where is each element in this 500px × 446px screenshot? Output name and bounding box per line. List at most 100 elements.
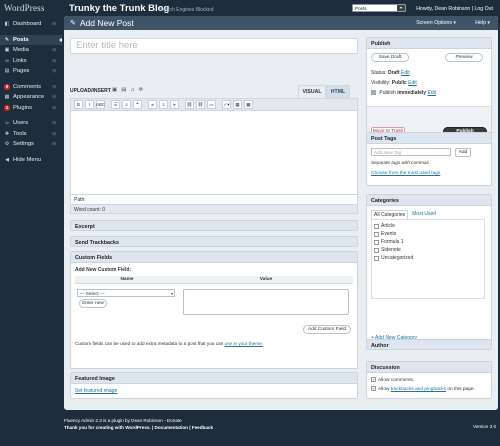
category-checkbox[interactable] [374,239,379,245]
allow-pingbacks-checkbox[interactable]: ✓ [371,386,376,391]
trackbacks-box[interactable]: Send Trackbacks [70,236,358,247]
footer-thanks: Thank you for creating with WordPress. |… [64,425,214,430]
sidebar-item-comments[interactable]: 0 Comments ⊞ [0,82,62,93]
category-item[interactable]: Events [374,230,482,238]
publish-date-value: immediately [397,90,427,96]
expand-icon[interactable]: ⊞ [52,141,56,147]
expand-icon[interactable]: ⊞ [52,120,56,126]
calendar-icon [371,90,376,96]
sidebar-item-links[interactable]: ∞ Links ⊞ [0,56,62,67]
custom-field-key-select[interactable]: — Select — ▾ [77,289,175,297]
tools-icon: ✚ [4,130,10,137]
excerpt-box[interactable]: Excerpt [70,220,358,231]
sidebar-item-tools[interactable]: ✚ Tools ⊞ [0,129,62,140]
add-image-icon[interactable]: ▣ [112,87,117,93]
tab-visual[interactable]: VISUAL [298,85,326,98]
expand-icon[interactable]: ⊞ [52,21,56,27]
expand-icon[interactable]: ⊞ [52,105,56,111]
expand-icon[interactable]: ⊞ [52,84,56,90]
post-tags-title[interactable]: Post Tags [367,133,491,144]
user-greeting[interactable]: Howdy, Dean Robinson | Log Out [416,6,493,12]
category-checkbox[interactable] [374,247,379,253]
category-checkbox[interactable] [374,231,379,237]
status-label: Status: [371,70,387,76]
toolbar-button[interactable]: ≡ [159,100,168,109]
hide-menu-button[interactable]: ◀ Hide Menu [0,155,62,166]
featured-image-title[interactable]: Featured Image [71,373,357,384]
sidebar-item-appearance[interactable]: ▦ Appearance ⊞ [0,92,62,103]
expand-icon[interactable]: ⊞ [52,47,56,53]
toolbar-button[interactable]: ⫸ [170,100,179,109]
publish-title[interactable]: Publish [367,38,491,49]
help-button[interactable]: Help ▾ [475,20,490,26]
category-item[interactable]: Uncategorized [374,254,482,262]
tab-html[interactable]: HTML [326,85,350,98]
toolbar-button[interactable]: ✓▾ [222,100,231,109]
category-checkbox[interactable] [374,223,379,229]
edit-status-link[interactable]: Edit [401,70,410,76]
main-area: Trunky the Trunk Blog Search Engines Blo… [62,0,500,446]
add-tag-button[interactable]: Add [455,148,471,157]
chevron-down-icon: ▾ [170,290,173,296]
categories-title[interactable]: Categories [367,195,491,206]
sidebar-item-pages[interactable]: ▤ Pages ⊞ [0,66,62,77]
site-title[interactable]: Trunky the Trunk Blog [69,3,169,14]
toolbar-button[interactable]: ▩ [244,100,253,109]
category-item[interactable]: Article [374,222,482,230]
toolbar-button[interactable]: ☰ [111,100,120,109]
expand-icon[interactable]: ⊞ [52,94,56,100]
screen-options-button[interactable]: Screen Options ▾ [416,20,456,26]
author-box[interactable]: Author [366,339,492,350]
trackbacks-pingbacks-link[interactable]: trackbacks and pingbacks [391,387,446,392]
add-media-icon[interactable]: ✲ [139,87,144,93]
add-custom-field-button[interactable]: Add Custom Field [303,325,351,334]
toolbar-button[interactable]: B [74,100,83,109]
toolbar-button[interactable]: ≡ [122,100,131,109]
add-video-icon[interactable]: ▤ [121,87,126,93]
expand-icon[interactable]: ⊞ [52,58,56,64]
add-audio-icon[interactable]: ♫ [130,87,134,93]
most-used-tags-link[interactable]: Choose from the most used tags [371,171,440,176]
sidebar-item-dashboard[interactable]: ◧ Dashboard ⊞ [0,19,62,30]
expand-icon[interactable]: ⊞ [52,131,56,137]
toolbar-button[interactable]: I [85,100,94,109]
new-tag-input[interactable]: Add New Tag [371,148,451,156]
sidebar-item-users[interactable]: ☺ Users ⊞ [0,118,62,129]
sidebar-item-media[interactable]: ▣ Media ⊞ [0,45,62,56]
save-draft-button[interactable]: Save Draft [371,53,409,62]
tab-all-categories[interactable]: All Categories [371,210,409,219]
edit-visibility-link[interactable]: Edit [408,80,417,86]
edit-publish-date-link[interactable]: Edit [427,90,436,96]
toolbar-button[interactable]: ⛓ [196,100,205,109]
toolbar-button[interactable]: ⫷ [148,100,157,109]
custom-fields-title[interactable]: Custom Fields [71,252,357,263]
set-featured-image-link[interactable]: Set featured image [75,388,117,394]
tab-most-used[interactable]: Most Used [408,210,440,219]
category-checkbox[interactable] [374,255,379,261]
wordpress-logo: WordPress [4,3,45,13]
sidebar-item-posts[interactable]: ✎ Posts [0,34,63,45]
toolbar-button[interactable]: ❝ [133,100,142,109]
sidebar-item-settings[interactable]: ⚙ Settings ⊞ [0,139,62,150]
custom-field-value-textarea[interactable] [183,289,349,315]
settings-icon: ⚙ [4,141,10,148]
post-type-select[interactable]: Posts ▾ [352,4,406,12]
sidebar-item-label: Media [13,47,29,54]
editor-textarea[interactable] [70,111,358,195]
pin-icon: ✎ [70,20,76,27]
sidebar-item-label: Posts [13,36,29,43]
allow-comments-checkbox[interactable]: ✓ [371,377,376,382]
toolbar-button[interactable]: ⛓ [185,100,194,109]
use-in-theme-link[interactable]: use in your theme. [225,341,264,346]
category-item[interactable]: Sidenote [374,246,482,254]
discussion-title[interactable]: Discussion [367,362,491,373]
preview-button[interactable]: Preview [445,53,483,62]
post-title-input[interactable]: Enter title here [70,38,358,54]
sidebar-item-plugins[interactable]: 1 Plugins ⊞ [0,103,62,114]
category-item[interactable]: Formula 1 [374,238,482,246]
enter-new-button[interactable]: Enter new [79,299,107,308]
toolbar-button[interactable]: ▭ [207,100,216,109]
expand-icon[interactable]: ⊞ [52,68,56,74]
toolbar-button[interactable]: ABC [96,100,105,109]
toolbar-button[interactable]: ▦ [233,100,242,109]
